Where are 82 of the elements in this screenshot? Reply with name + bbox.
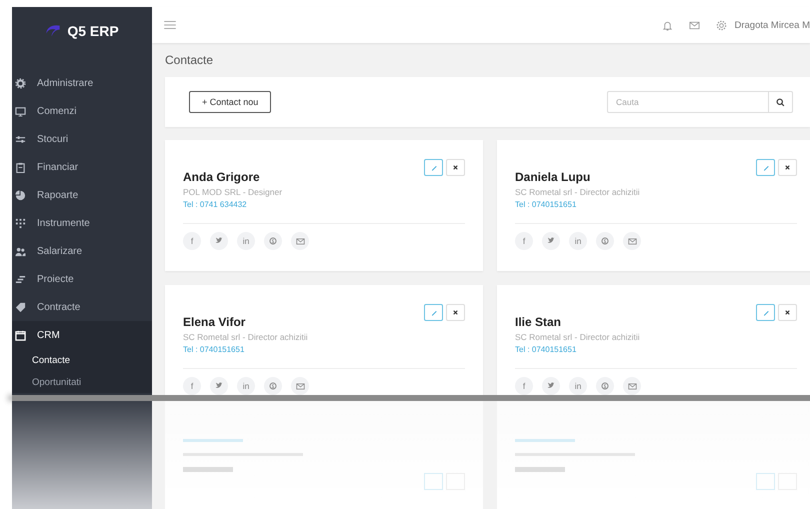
pencil-icon xyxy=(430,164,438,172)
close-icon xyxy=(452,309,459,316)
close-icon xyxy=(784,309,791,316)
search-field[interactable]: Cauta xyxy=(607,91,769,113)
add-contact-button[interactable]: + Contact nou xyxy=(189,91,272,113)
close-icon xyxy=(784,164,791,171)
chat-icon[interactable] xyxy=(264,232,282,250)
bird-icon[interactable] xyxy=(542,377,560,395)
bird-icon[interactable] xyxy=(210,232,228,250)
s-circle-shape xyxy=(601,382,609,390)
sliders-icon xyxy=(15,134,26,144)
mail-icon[interactable] xyxy=(291,377,309,395)
s-circle-shape xyxy=(269,237,277,245)
logo-icon xyxy=(45,23,62,39)
envelope-shape xyxy=(628,236,636,246)
bird-icon[interactable] xyxy=(542,232,560,250)
contact-phone: Tel : 0740151651 xyxy=(515,345,578,354)
bell-icon xyxy=(662,20,672,30)
contact-company: SC Rometal srl - Director achizitii xyxy=(183,332,309,342)
calendar-icon xyxy=(15,330,26,340)
sidebar-item[interactable]: Contracte xyxy=(12,293,152,321)
sidebar-item[interactable]: Salarizare xyxy=(12,237,152,265)
users-icon xyxy=(15,246,26,256)
pencil-icon xyxy=(430,308,438,316)
contact-name: Elena Vifor xyxy=(183,315,246,329)
s-circle-shape xyxy=(269,382,277,390)
s-circle-shape xyxy=(601,237,609,245)
delete-button[interactable] xyxy=(778,304,797,321)
grid-icon xyxy=(15,218,26,228)
delete-button[interactable] xyxy=(446,159,465,176)
envelope-shape xyxy=(296,236,304,246)
mail-icon[interactable] xyxy=(623,377,641,395)
envelope-shape xyxy=(296,382,304,390)
bird-shape xyxy=(215,382,223,390)
bars-icon xyxy=(15,274,26,284)
monitor-icon xyxy=(15,106,26,116)
sidebar-item[interactable]: Financiar xyxy=(12,153,152,181)
sidebar-subitem[interactable]: Contacte xyxy=(12,349,152,371)
sidebar-item[interactable]: CRM xyxy=(12,321,152,349)
mail-icon[interactable] xyxy=(623,232,641,250)
pencil-icon xyxy=(762,164,770,172)
contact-company: SC Rometal srl - Director achizitii xyxy=(515,187,641,197)
chat-icon[interactable] xyxy=(264,377,282,395)
sidebar-item[interactable]: Instrumente xyxy=(12,209,152,237)
contact-name: Anda Grigore xyxy=(183,170,261,184)
contact-name: Daniela Lupu xyxy=(515,170,592,184)
contact-company: SC Rometal srl - Director achizitii xyxy=(515,332,641,342)
bird-shape xyxy=(547,237,555,245)
user-name[interactable]: Dragota Mircea M xyxy=(734,20,810,30)
contact-phone: Tel : 0740151651 xyxy=(183,345,246,354)
pencil-icon xyxy=(762,308,770,316)
tag-icon xyxy=(15,302,26,312)
contact-company: POL MOD SRL - Designer xyxy=(183,187,284,197)
sidebar-item[interactable]: Administrare xyxy=(12,69,152,97)
chat-icon[interactable] xyxy=(596,377,614,395)
search-icon xyxy=(776,98,785,106)
envelope-shape xyxy=(628,382,636,390)
mail-icon[interactable] xyxy=(291,232,309,250)
search-button[interactable] xyxy=(769,91,793,113)
sidebar-item[interactable]: Rapoarte xyxy=(12,181,152,209)
delete-button[interactable] xyxy=(446,304,465,321)
settings-icon xyxy=(716,20,726,30)
sidebar-item[interactable]: Proiecte xyxy=(12,265,152,293)
mail-icon xyxy=(688,20,700,30)
delete-button[interactable] xyxy=(778,159,797,176)
sidebar-item[interactable]: Comenzi xyxy=(12,97,152,125)
sidebar-item[interactable]: Stocuri xyxy=(12,125,152,153)
clipboard-icon xyxy=(15,162,26,172)
brand-name: Q5 ERP xyxy=(67,23,119,39)
bird-shape xyxy=(547,382,555,390)
bird-shape xyxy=(215,237,223,245)
contact-phone: Tel : 0740151651 xyxy=(515,200,578,209)
page-title: Contacte xyxy=(165,53,214,67)
chat-icon[interactable] xyxy=(596,232,614,250)
contact-phone: Tel : 0741 634432 xyxy=(183,200,248,209)
pie-chart-icon xyxy=(15,190,26,200)
gear-icon xyxy=(15,78,26,88)
bird-icon[interactable] xyxy=(210,377,228,395)
menu-icon xyxy=(163,18,177,32)
close-icon xyxy=(452,164,459,171)
sidebar-subitem[interactable]: Oportunitati xyxy=(12,371,152,393)
contact-name: Ilie Stan xyxy=(515,315,562,329)
